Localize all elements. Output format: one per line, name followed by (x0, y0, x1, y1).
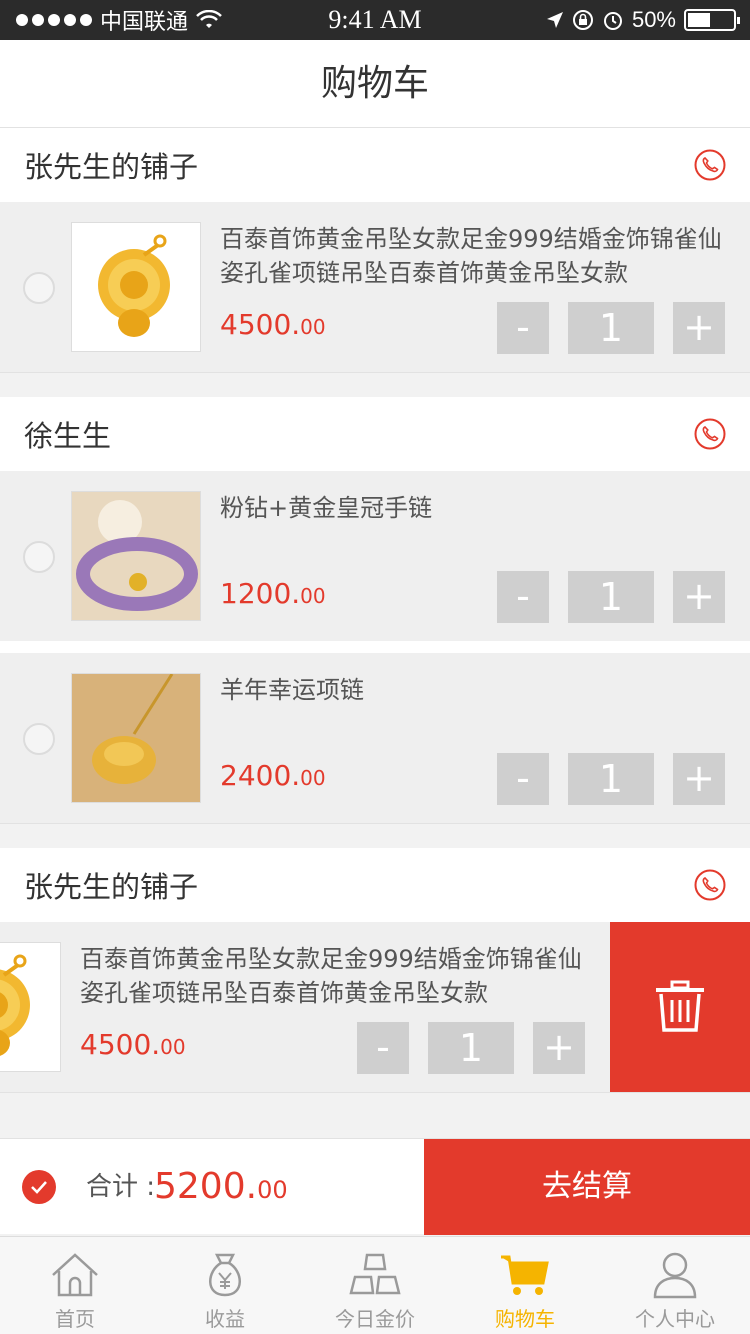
tab-bar: 首页 收益 今日金价 购物车 个人中心 (0, 1236, 750, 1334)
total-decimal: 00 (257, 1176, 288, 1204)
quantity-stepper: - 1 + (497, 753, 725, 805)
tab-label: 今日金价 (335, 1307, 415, 1331)
qty-plus-button[interactable]: + (673, 571, 725, 623)
checkout-button[interactable]: 去结算 (424, 1139, 750, 1235)
price-decimal: 00 (300, 315, 326, 339)
location-icon (546, 12, 563, 28)
product-image[interactable] (71, 491, 201, 621)
tab-label: 购物车 (495, 1307, 555, 1331)
shop-group: 张先生的铺子 百泰首饰黄金吊坠女款足金999结婚金饰锦雀仙姿孔雀项链吊坠百泰首饰… (0, 128, 750, 373)
nav-bar: 购物车 (0, 40, 750, 128)
shop-name: 张先生的铺子 (24, 150, 199, 184)
battery-icon (684, 9, 740, 31)
quantity-stepper: - 1 + (497, 571, 725, 623)
product-title[interactable]: 粉钻+黄金皇冠手链 (220, 491, 730, 561)
check-icon (31, 1181, 47, 1194)
shop-group: 徐生生 粉钻+黄金皇冠手链 1200.00 - 1 + 羊年幸运项链 2400.… (0, 397, 750, 824)
shop-header: 张先生的铺子 (0, 848, 750, 922)
rotation-lock-icon (572, 10, 593, 30)
total-label: 合计 : (86, 1172, 156, 1202)
total-integer: 5200. (154, 1166, 258, 1207)
qty-value[interactable]: 1 (568, 753, 654, 805)
qty-minus-button[interactable]: - (497, 753, 549, 805)
item-select-radio[interactable] (23, 541, 55, 573)
product-price: 1200.00 (220, 577, 326, 610)
cart-icon (501, 1255, 549, 1295)
qty-plus-button[interactable]: + (533, 1022, 585, 1074)
alarm-icon (603, 12, 622, 30)
shop-header: 徐生生 (0, 397, 750, 471)
gold-bars-icon (349, 1253, 401, 1295)
battery-label: 50% (631, 7, 676, 32)
tab-gold-price[interactable]: 今日金价 (300, 1237, 450, 1334)
price-decimal: 00 (300, 584, 326, 608)
delete-button[interactable] (610, 922, 750, 1092)
qty-plus-button[interactable]: + (673, 753, 725, 805)
item-select-radio[interactable] (23, 723, 55, 755)
quantity-stepper: - 1 + (497, 302, 725, 354)
quantity-stepper: - 1 + (357, 1022, 585, 1074)
price-integer: 4500. (80, 1028, 161, 1061)
trash-icon (656, 980, 704, 1032)
product-title[interactable]: 百泰首饰黄金吊坠女款足金999结婚金饰锦雀仙姿孔雀项链吊坠百泰首饰黄金吊坠女款 (220, 222, 730, 292)
phone-icon[interactable] (694, 869, 726, 901)
price-integer: 1200. (220, 577, 301, 610)
page-title: 购物车 (320, 63, 429, 104)
person-icon (653, 1252, 697, 1299)
price-decimal: 00 (160, 1035, 186, 1059)
price-decimal: 00 (300, 766, 326, 790)
checkout-bar: 合计 : 5200.00 去结算 (0, 1138, 750, 1235)
cart-list[interactable]: 张先生的铺子 百泰首饰黄金吊坠女款足金999结婚金饰锦雀仙姿孔雀项链吊坠百泰首饰… (0, 128, 750, 1138)
shop-name: 徐生生 (24, 419, 112, 453)
price-integer: 2400. (220, 759, 301, 792)
qty-minus-button[interactable]: - (497, 571, 549, 623)
qty-value[interactable]: 1 (568, 302, 654, 354)
qty-value[interactable]: 1 (568, 571, 654, 623)
qty-value[interactable]: 1 (428, 1022, 514, 1074)
phone-icon[interactable] (694, 149, 726, 181)
home-icon (52, 1253, 98, 1297)
cart-item[interactable]: 百泰首饰黄金吊坠女款足金999结婚金饰锦雀仙姿孔雀项链吊坠百泰首饰黄金吊坠女款 … (0, 922, 750, 1092)
qty-minus-button[interactable]: - (497, 302, 549, 354)
product-price: 4500.00 (220, 308, 326, 341)
tab-earnings[interactable]: 收益 (150, 1237, 300, 1334)
item-select-radio[interactable] (23, 272, 55, 304)
cart-item[interactable]: 羊年幸运项链 2400.00 - 1 + (0, 653, 750, 823)
status-bar: 中国联通 9:41 AM 50% (0, 0, 750, 40)
phone-icon[interactable] (694, 418, 726, 450)
product-image[interactable] (71, 673, 201, 803)
money-bag-icon (209, 1253, 241, 1297)
product-price: 2400.00 (220, 759, 326, 792)
shop-group: 张先生的铺子 百泰首饰黄金吊坠女款足金999结婚金饰锦雀仙姿孔雀项链吊坠百泰首饰… (0, 848, 750, 1093)
product-price: 4500.00 (80, 1028, 186, 1061)
tab-label: 收益 (205, 1307, 245, 1331)
total-value: 5200.00 (154, 1139, 288, 1238)
tab-home[interactable]: 首页 (0, 1237, 150, 1334)
qty-plus-button[interactable]: + (673, 302, 725, 354)
tab-profile[interactable]: 个人中心 (600, 1237, 750, 1334)
product-image[interactable] (71, 222, 201, 352)
tab-label: 首页 (55, 1307, 95, 1331)
product-title[interactable]: 羊年幸运项链 (220, 673, 730, 743)
tab-cart[interactable]: 购物车 (450, 1237, 600, 1334)
shop-name: 张先生的铺子 (24, 870, 199, 904)
shop-header: 张先生的铺子 (0, 128, 750, 202)
tab-label: 个人中心 (635, 1307, 715, 1331)
cart-item[interactable]: 粉钻+黄金皇冠手链 1200.00 - 1 + (0, 471, 750, 641)
price-integer: 4500. (220, 308, 301, 341)
product-image[interactable] (0, 942, 61, 1072)
cart-item[interactable]: 百泰首饰黄金吊坠女款足金999结婚金饰锦雀仙姿孔雀项链吊坠百泰首饰黄金吊坠女款 … (0, 202, 750, 372)
select-all-checkbox[interactable] (22, 1170, 56, 1204)
qty-minus-button[interactable]: - (357, 1022, 409, 1074)
product-title[interactable]: 百泰首饰黄金吊坠女款足金999结婚金饰锦雀仙姿孔雀项链吊坠百泰首饰黄金吊坠女款 (80, 942, 590, 1012)
